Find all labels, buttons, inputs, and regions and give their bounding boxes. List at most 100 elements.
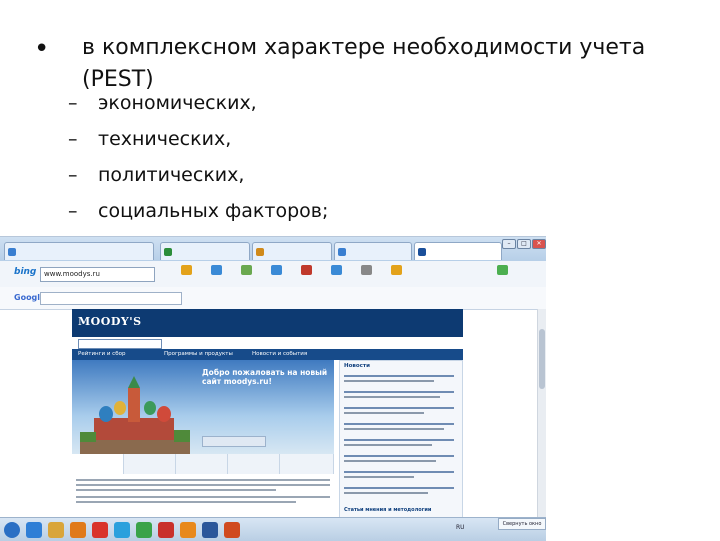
sub-bullet-text: технических, xyxy=(98,128,232,150)
toolbar-icon xyxy=(360,265,372,275)
toolbar-button[interactable] xyxy=(356,265,376,283)
moodys-tab[interactable] xyxy=(280,454,334,474)
moodys-tab[interactable] xyxy=(176,454,228,474)
toolbar-button[interactable] xyxy=(386,265,406,283)
sub-bullet-text: экономических, xyxy=(98,92,257,114)
sub-bullet-item: – политических, xyxy=(68,162,588,198)
media-icon[interactable] xyxy=(70,522,86,538)
tab-favicon xyxy=(418,248,426,256)
minimize-window-button[interactable]: Свернуть окно xyxy=(498,518,546,530)
yandex-icon[interactable] xyxy=(92,522,108,538)
toolbar-button[interactable] xyxy=(326,265,346,283)
tab-favicon xyxy=(164,248,172,256)
vertical-scrollbar[interactable] xyxy=(537,309,546,517)
ppt-icon[interactable] xyxy=(224,522,240,538)
sub-bullet-item: – социальных факторов; xyxy=(68,198,588,234)
skype-icon[interactable] xyxy=(114,522,130,538)
nav-item[interactable]: Программы и продукты xyxy=(164,349,233,360)
toolbar-icon xyxy=(240,265,252,275)
pdf-icon[interactable] xyxy=(158,522,174,538)
browser-tab[interactable] xyxy=(252,242,332,260)
moodys-tab-strip xyxy=(72,454,334,474)
hero-title: Добро пожаловать на новый сайт moodys.ru… xyxy=(202,368,328,386)
bullet-dot: • xyxy=(34,34,50,64)
word-icon[interactable] xyxy=(202,522,218,538)
news-item[interactable] xyxy=(344,391,454,393)
browser-tab-bar: – □ ✕ xyxy=(0,237,546,261)
news-item[interactable] xyxy=(344,455,454,457)
news-item-text xyxy=(344,460,436,462)
toolbar-button[interactable] xyxy=(266,265,286,283)
toolbar-icon xyxy=(270,265,282,275)
toolbar-icon xyxy=(300,265,312,275)
google-toolbar: Google xyxy=(0,287,546,310)
toolbar-button[interactable] xyxy=(176,265,196,283)
moodys-tab[interactable] xyxy=(124,454,176,474)
moodys-logo[interactable]: MOODY'S xyxy=(78,315,142,328)
news-item-text xyxy=(344,444,432,446)
nav-item[interactable]: Рейтинги и сбор xyxy=(78,349,125,360)
toolbar-icon xyxy=(180,265,192,275)
text-line xyxy=(76,489,276,491)
checkmark-icon[interactable] xyxy=(492,265,512,283)
moodys-main-nav: Рейтинги и сбор Программы и продукты Нов… xyxy=(72,349,463,360)
main-bullet-text: в комплексном характере необходимости уч… xyxy=(82,35,646,92)
sub-bullet-item: – технических, xyxy=(68,126,588,162)
maximize-button[interactable]: □ xyxy=(517,239,531,249)
explorer-icon[interactable] xyxy=(48,522,64,538)
google-search-input[interactable] xyxy=(40,292,182,305)
close-button[interactable]: ✕ xyxy=(532,239,546,249)
news-footer-title: Статьи мнения и методологии xyxy=(344,507,432,513)
hero-button[interactable] xyxy=(202,436,266,447)
news-item[interactable] xyxy=(344,407,454,409)
moodys-header: MOODY'S xyxy=(72,309,463,337)
checkmark-mark xyxy=(496,265,508,275)
news-item-text xyxy=(344,492,428,494)
toolbar-button[interactable] xyxy=(236,265,256,283)
address-input[interactable]: www.moodys.ru xyxy=(40,267,155,282)
moodys-tab[interactable] xyxy=(72,454,124,474)
news-item[interactable] xyxy=(344,471,454,473)
moodys-webpage: MOODY'S Рейтинги и сбор Программы и прод… xyxy=(72,309,463,519)
news-item[interactable] xyxy=(344,375,454,377)
news-item-text xyxy=(344,428,444,430)
browser-tab[interactable] xyxy=(4,242,154,260)
sub-bullet-list: – экономических, – технических, – политичес… xyxy=(68,90,588,234)
ie-icon[interactable] xyxy=(26,522,42,538)
st-basil-cathedral-image xyxy=(80,376,190,454)
news-item[interactable] xyxy=(344,439,454,441)
dash-marker: – xyxy=(68,128,78,150)
browser-tab-active[interactable] xyxy=(414,242,502,260)
windows-taskbar: RU Свернуть окно xyxy=(0,517,546,541)
bing-logo: bing xyxy=(14,267,37,277)
chrome-icon[interactable] xyxy=(136,522,152,538)
browser-tab[interactable] xyxy=(334,242,412,260)
text-line xyxy=(76,484,330,486)
moodys-tab[interactable] xyxy=(228,454,280,474)
news-item[interactable] xyxy=(344,423,454,425)
dash-marker: – xyxy=(68,164,78,186)
nav-item[interactable]: Новости и события xyxy=(252,349,307,360)
sub-bullet-item: – экономических, xyxy=(68,90,588,126)
text-line xyxy=(76,479,330,481)
news-item-text xyxy=(344,380,434,382)
toolbar-button[interactable] xyxy=(206,265,226,283)
tab-favicon xyxy=(338,248,346,256)
news-item-text xyxy=(344,476,414,478)
news-item[interactable] xyxy=(344,487,454,489)
moodys-search-input[interactable] xyxy=(78,339,162,349)
news-title: Новости xyxy=(344,363,370,369)
vlc-icon[interactable] xyxy=(180,522,196,538)
toolbar-button[interactable] xyxy=(296,265,316,283)
minimize-button[interactable]: – xyxy=(502,239,516,249)
scrollbar-thumb[interactable] xyxy=(539,329,545,389)
start-orb-icon[interactable] xyxy=(4,522,20,538)
dash-marker: – xyxy=(68,200,78,222)
address-toolbar: bing www.moodys.ru xyxy=(0,261,546,288)
browser-screenshot: – □ ✕ bing www.moodys.ru Google MOODY'S … xyxy=(0,236,546,541)
language-indicator[interactable]: RU xyxy=(456,524,465,531)
news-item-text xyxy=(344,396,440,398)
text-line xyxy=(76,496,330,498)
browser-tab[interactable] xyxy=(160,242,250,260)
tab-favicon xyxy=(256,248,264,256)
